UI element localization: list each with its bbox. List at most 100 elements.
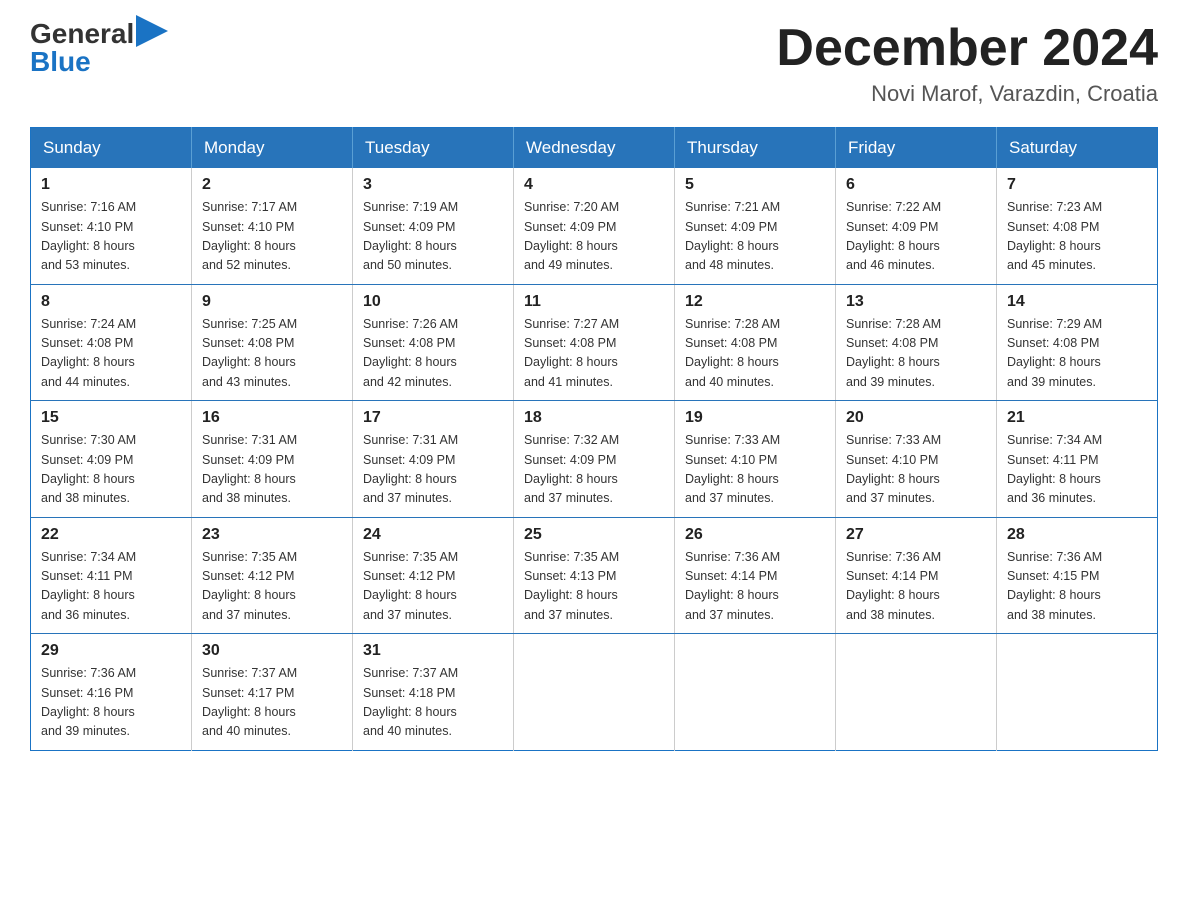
column-header-tuesday: Tuesday	[353, 128, 514, 169]
day-number: 4	[524, 176, 664, 194]
calendar-cell: 16 Sunrise: 7:31 AM Sunset: 4:09 PM Dayl…	[192, 401, 353, 518]
calendar-cell: 21 Sunrise: 7:34 AM Sunset: 4:11 PM Dayl…	[997, 401, 1158, 518]
day-number: 19	[685, 409, 825, 427]
day-number: 23	[202, 526, 342, 544]
calendar-table: SundayMondayTuesdayWednesdayThursdayFrid…	[30, 127, 1158, 751]
day-info: Sunrise: 7:23 AM Sunset: 4:08 PM Dayligh…	[1007, 200, 1102, 272]
month-title: December 2024	[776, 20, 1158, 77]
day-number: 15	[41, 409, 181, 427]
day-number: 27	[846, 526, 986, 544]
day-number: 5	[685, 176, 825, 194]
logo-general-text: General	[30, 20, 134, 48]
calendar-cell	[675, 634, 836, 751]
day-info: Sunrise: 7:35 AM Sunset: 4:13 PM Dayligh…	[524, 550, 619, 622]
day-number: 28	[1007, 526, 1147, 544]
calendar-cell: 20 Sunrise: 7:33 AM Sunset: 4:10 PM Dayl…	[836, 401, 997, 518]
day-info: Sunrise: 7:29 AM Sunset: 4:08 PM Dayligh…	[1007, 317, 1102, 389]
calendar-cell: 2 Sunrise: 7:17 AM Sunset: 4:10 PM Dayli…	[192, 168, 353, 284]
day-info: Sunrise: 7:36 AM Sunset: 4:15 PM Dayligh…	[1007, 550, 1102, 622]
day-number: 9	[202, 293, 342, 311]
calendar-week-row: 8 Sunrise: 7:24 AM Sunset: 4:08 PM Dayli…	[31, 284, 1158, 401]
day-info: Sunrise: 7:16 AM Sunset: 4:10 PM Dayligh…	[41, 200, 136, 272]
calendar-cell: 1 Sunrise: 7:16 AM Sunset: 4:10 PM Dayli…	[31, 168, 192, 284]
day-info: Sunrise: 7:17 AM Sunset: 4:10 PM Dayligh…	[202, 200, 297, 272]
day-info: Sunrise: 7:24 AM Sunset: 4:08 PM Dayligh…	[41, 317, 136, 389]
day-number: 30	[202, 642, 342, 660]
logo-blue-text: Blue	[30, 46, 168, 78]
calendar-cell: 30 Sunrise: 7:37 AM Sunset: 4:17 PM Dayl…	[192, 634, 353, 751]
day-number: 24	[363, 526, 503, 544]
day-number: 6	[846, 176, 986, 194]
calendar-cell: 18 Sunrise: 7:32 AM Sunset: 4:09 PM Dayl…	[514, 401, 675, 518]
day-number: 26	[685, 526, 825, 544]
calendar-cell: 24 Sunrise: 7:35 AM Sunset: 4:12 PM Dayl…	[353, 517, 514, 634]
column-header-thursday: Thursday	[675, 128, 836, 169]
column-header-saturday: Saturday	[997, 128, 1158, 169]
day-number: 25	[524, 526, 664, 544]
logo: General Blue	[30, 20, 168, 78]
day-info: Sunrise: 7:31 AM Sunset: 4:09 PM Dayligh…	[363, 433, 458, 505]
column-header-wednesday: Wednesday	[514, 128, 675, 169]
day-number: 17	[363, 409, 503, 427]
calendar-cell: 3 Sunrise: 7:19 AM Sunset: 4:09 PM Dayli…	[353, 168, 514, 284]
location-title: Novi Marof, Varazdin, Croatia	[776, 81, 1158, 107]
column-header-sunday: Sunday	[31, 128, 192, 169]
day-info: Sunrise: 7:26 AM Sunset: 4:08 PM Dayligh…	[363, 317, 458, 389]
day-number: 16	[202, 409, 342, 427]
day-info: Sunrise: 7:36 AM Sunset: 4:16 PM Dayligh…	[41, 666, 136, 738]
calendar-cell: 17 Sunrise: 7:31 AM Sunset: 4:09 PM Dayl…	[353, 401, 514, 518]
day-number: 13	[846, 293, 986, 311]
day-info: Sunrise: 7:36 AM Sunset: 4:14 PM Dayligh…	[685, 550, 780, 622]
day-info: Sunrise: 7:37 AM Sunset: 4:17 PM Dayligh…	[202, 666, 297, 738]
day-number: 20	[846, 409, 986, 427]
day-number: 2	[202, 176, 342, 194]
day-info: Sunrise: 7:37 AM Sunset: 4:18 PM Dayligh…	[363, 666, 458, 738]
day-number: 1	[41, 176, 181, 194]
day-number: 18	[524, 409, 664, 427]
calendar-week-row: 1 Sunrise: 7:16 AM Sunset: 4:10 PM Dayli…	[31, 168, 1158, 284]
day-info: Sunrise: 7:20 AM Sunset: 4:09 PM Dayligh…	[524, 200, 619, 272]
day-info: Sunrise: 7:22 AM Sunset: 4:09 PM Dayligh…	[846, 200, 941, 272]
day-number: 11	[524, 293, 664, 311]
calendar-cell: 31 Sunrise: 7:37 AM Sunset: 4:18 PM Dayl…	[353, 634, 514, 751]
day-info: Sunrise: 7:31 AM Sunset: 4:09 PM Dayligh…	[202, 433, 297, 505]
page-header: General Blue December 2024 Novi Marof, V…	[30, 20, 1158, 107]
day-number: 7	[1007, 176, 1147, 194]
day-info: Sunrise: 7:32 AM Sunset: 4:09 PM Dayligh…	[524, 433, 619, 505]
title-block: December 2024 Novi Marof, Varazdin, Croa…	[776, 20, 1158, 107]
calendar-cell: 5 Sunrise: 7:21 AM Sunset: 4:09 PM Dayli…	[675, 168, 836, 284]
calendar-cell: 12 Sunrise: 7:28 AM Sunset: 4:08 PM Dayl…	[675, 284, 836, 401]
day-info: Sunrise: 7:34 AM Sunset: 4:11 PM Dayligh…	[1007, 433, 1102, 505]
day-number: 12	[685, 293, 825, 311]
calendar-cell	[836, 634, 997, 751]
day-number: 31	[363, 642, 503, 660]
day-number: 22	[41, 526, 181, 544]
calendar-cell: 13 Sunrise: 7:28 AM Sunset: 4:08 PM Dayl…	[836, 284, 997, 401]
calendar-cell: 25 Sunrise: 7:35 AM Sunset: 4:13 PM Dayl…	[514, 517, 675, 634]
day-info: Sunrise: 7:27 AM Sunset: 4:08 PM Dayligh…	[524, 317, 619, 389]
calendar-cell: 4 Sunrise: 7:20 AM Sunset: 4:09 PM Dayli…	[514, 168, 675, 284]
day-number: 8	[41, 293, 181, 311]
calendar-cell: 28 Sunrise: 7:36 AM Sunset: 4:15 PM Dayl…	[997, 517, 1158, 634]
day-info: Sunrise: 7:21 AM Sunset: 4:09 PM Dayligh…	[685, 200, 780, 272]
day-number: 29	[41, 642, 181, 660]
calendar-cell: 14 Sunrise: 7:29 AM Sunset: 4:08 PM Dayl…	[997, 284, 1158, 401]
calendar-cell: 29 Sunrise: 7:36 AM Sunset: 4:16 PM Dayl…	[31, 634, 192, 751]
calendar-cell: 15 Sunrise: 7:30 AM Sunset: 4:09 PM Dayl…	[31, 401, 192, 518]
day-info: Sunrise: 7:34 AM Sunset: 4:11 PM Dayligh…	[41, 550, 136, 622]
calendar-week-row: 22 Sunrise: 7:34 AM Sunset: 4:11 PM Dayl…	[31, 517, 1158, 634]
day-info: Sunrise: 7:35 AM Sunset: 4:12 PM Dayligh…	[363, 550, 458, 622]
column-header-friday: Friday	[836, 128, 997, 169]
day-number: 14	[1007, 293, 1147, 311]
calendar-cell: 10 Sunrise: 7:26 AM Sunset: 4:08 PM Dayl…	[353, 284, 514, 401]
logo-icon	[136, 15, 168, 47]
day-info: Sunrise: 7:25 AM Sunset: 4:08 PM Dayligh…	[202, 317, 297, 389]
day-info: Sunrise: 7:33 AM Sunset: 4:10 PM Dayligh…	[846, 433, 941, 505]
calendar-cell: 6 Sunrise: 7:22 AM Sunset: 4:09 PM Dayli…	[836, 168, 997, 284]
calendar-cell: 27 Sunrise: 7:36 AM Sunset: 4:14 PM Dayl…	[836, 517, 997, 634]
calendar-cell: 9 Sunrise: 7:25 AM Sunset: 4:08 PM Dayli…	[192, 284, 353, 401]
calendar-week-row: 29 Sunrise: 7:36 AM Sunset: 4:16 PM Dayl…	[31, 634, 1158, 751]
calendar-cell: 26 Sunrise: 7:36 AM Sunset: 4:14 PM Dayl…	[675, 517, 836, 634]
day-info: Sunrise: 7:28 AM Sunset: 4:08 PM Dayligh…	[846, 317, 941, 389]
calendar-cell: 22 Sunrise: 7:34 AM Sunset: 4:11 PM Dayl…	[31, 517, 192, 634]
